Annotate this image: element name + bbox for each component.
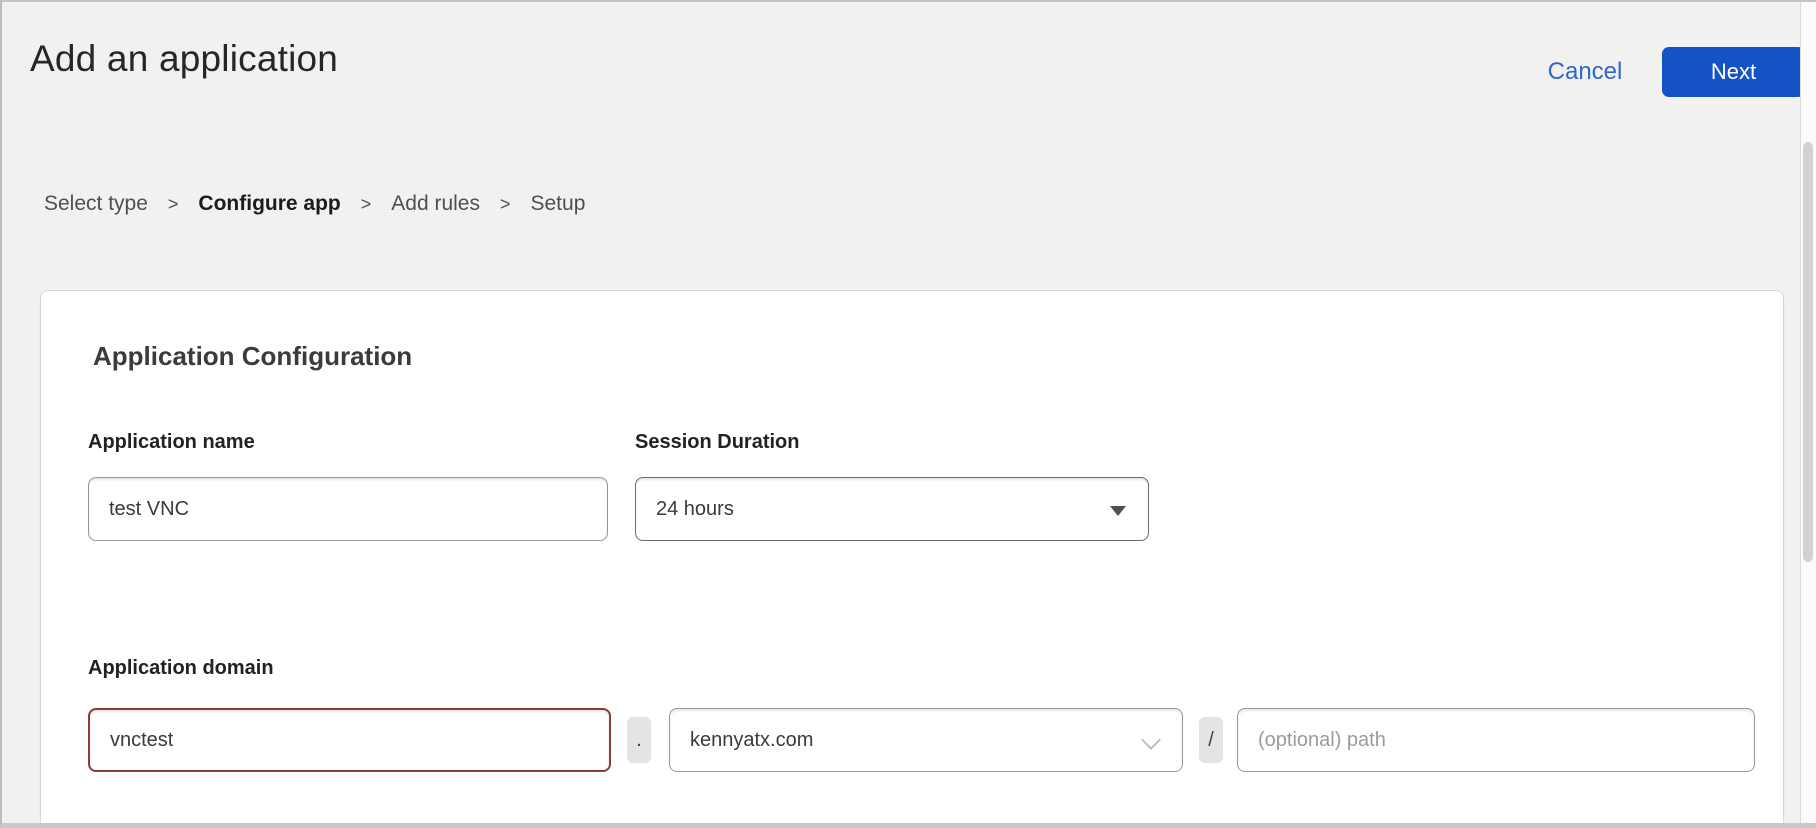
breadcrumb: Select type > Configure app > Add rules … (44, 192, 585, 216)
page-title: Add an application (30, 38, 338, 80)
breadcrumb-step-add-rules[interactable]: Add rules (391, 192, 480, 216)
application-name-input[interactable] (88, 477, 608, 541)
breadcrumb-step-setup[interactable]: Setup (531, 192, 586, 216)
add-application-page: Add an application Cancel Next Select ty… (0, 0, 1816, 828)
application-name-label: Application name (88, 431, 255, 454)
cancel-button[interactable]: Cancel (1530, 48, 1640, 96)
card-heading: Application Configuration (93, 341, 412, 372)
breadcrumb-separator: > (361, 194, 372, 215)
session-duration-select[interactable]: 24 hours (635, 477, 1149, 541)
session-duration-value: 24 hours (656, 498, 734, 521)
chevron-down-icon (1141, 730, 1161, 750)
domain-select[interactable]: kennyatx.com (669, 708, 1183, 772)
session-duration-label: Session Duration (635, 431, 799, 454)
subdomain-input[interactable] (88, 708, 611, 772)
path-input[interactable] (1237, 708, 1755, 772)
caret-down-icon (1110, 506, 1126, 516)
slash-separator: / (1199, 717, 1223, 763)
application-domain-label: Application domain (88, 657, 274, 680)
application-configuration-card: Application Configuration Application na… (40, 290, 1784, 828)
scrollbar-thumb[interactable] (1803, 142, 1813, 562)
domain-select-value: kennyatx.com (690, 729, 813, 752)
dot-separator: . (627, 717, 651, 763)
breadcrumb-separator: > (500, 194, 511, 215)
next-button[interactable]: Next (1662, 47, 1805, 97)
vertical-scrollbar[interactable] (1800, 2, 1816, 823)
breadcrumb-step-select-type[interactable]: Select type (44, 192, 148, 216)
breadcrumb-separator: > (168, 194, 179, 215)
breadcrumb-step-configure-app[interactable]: Configure app (198, 192, 340, 216)
